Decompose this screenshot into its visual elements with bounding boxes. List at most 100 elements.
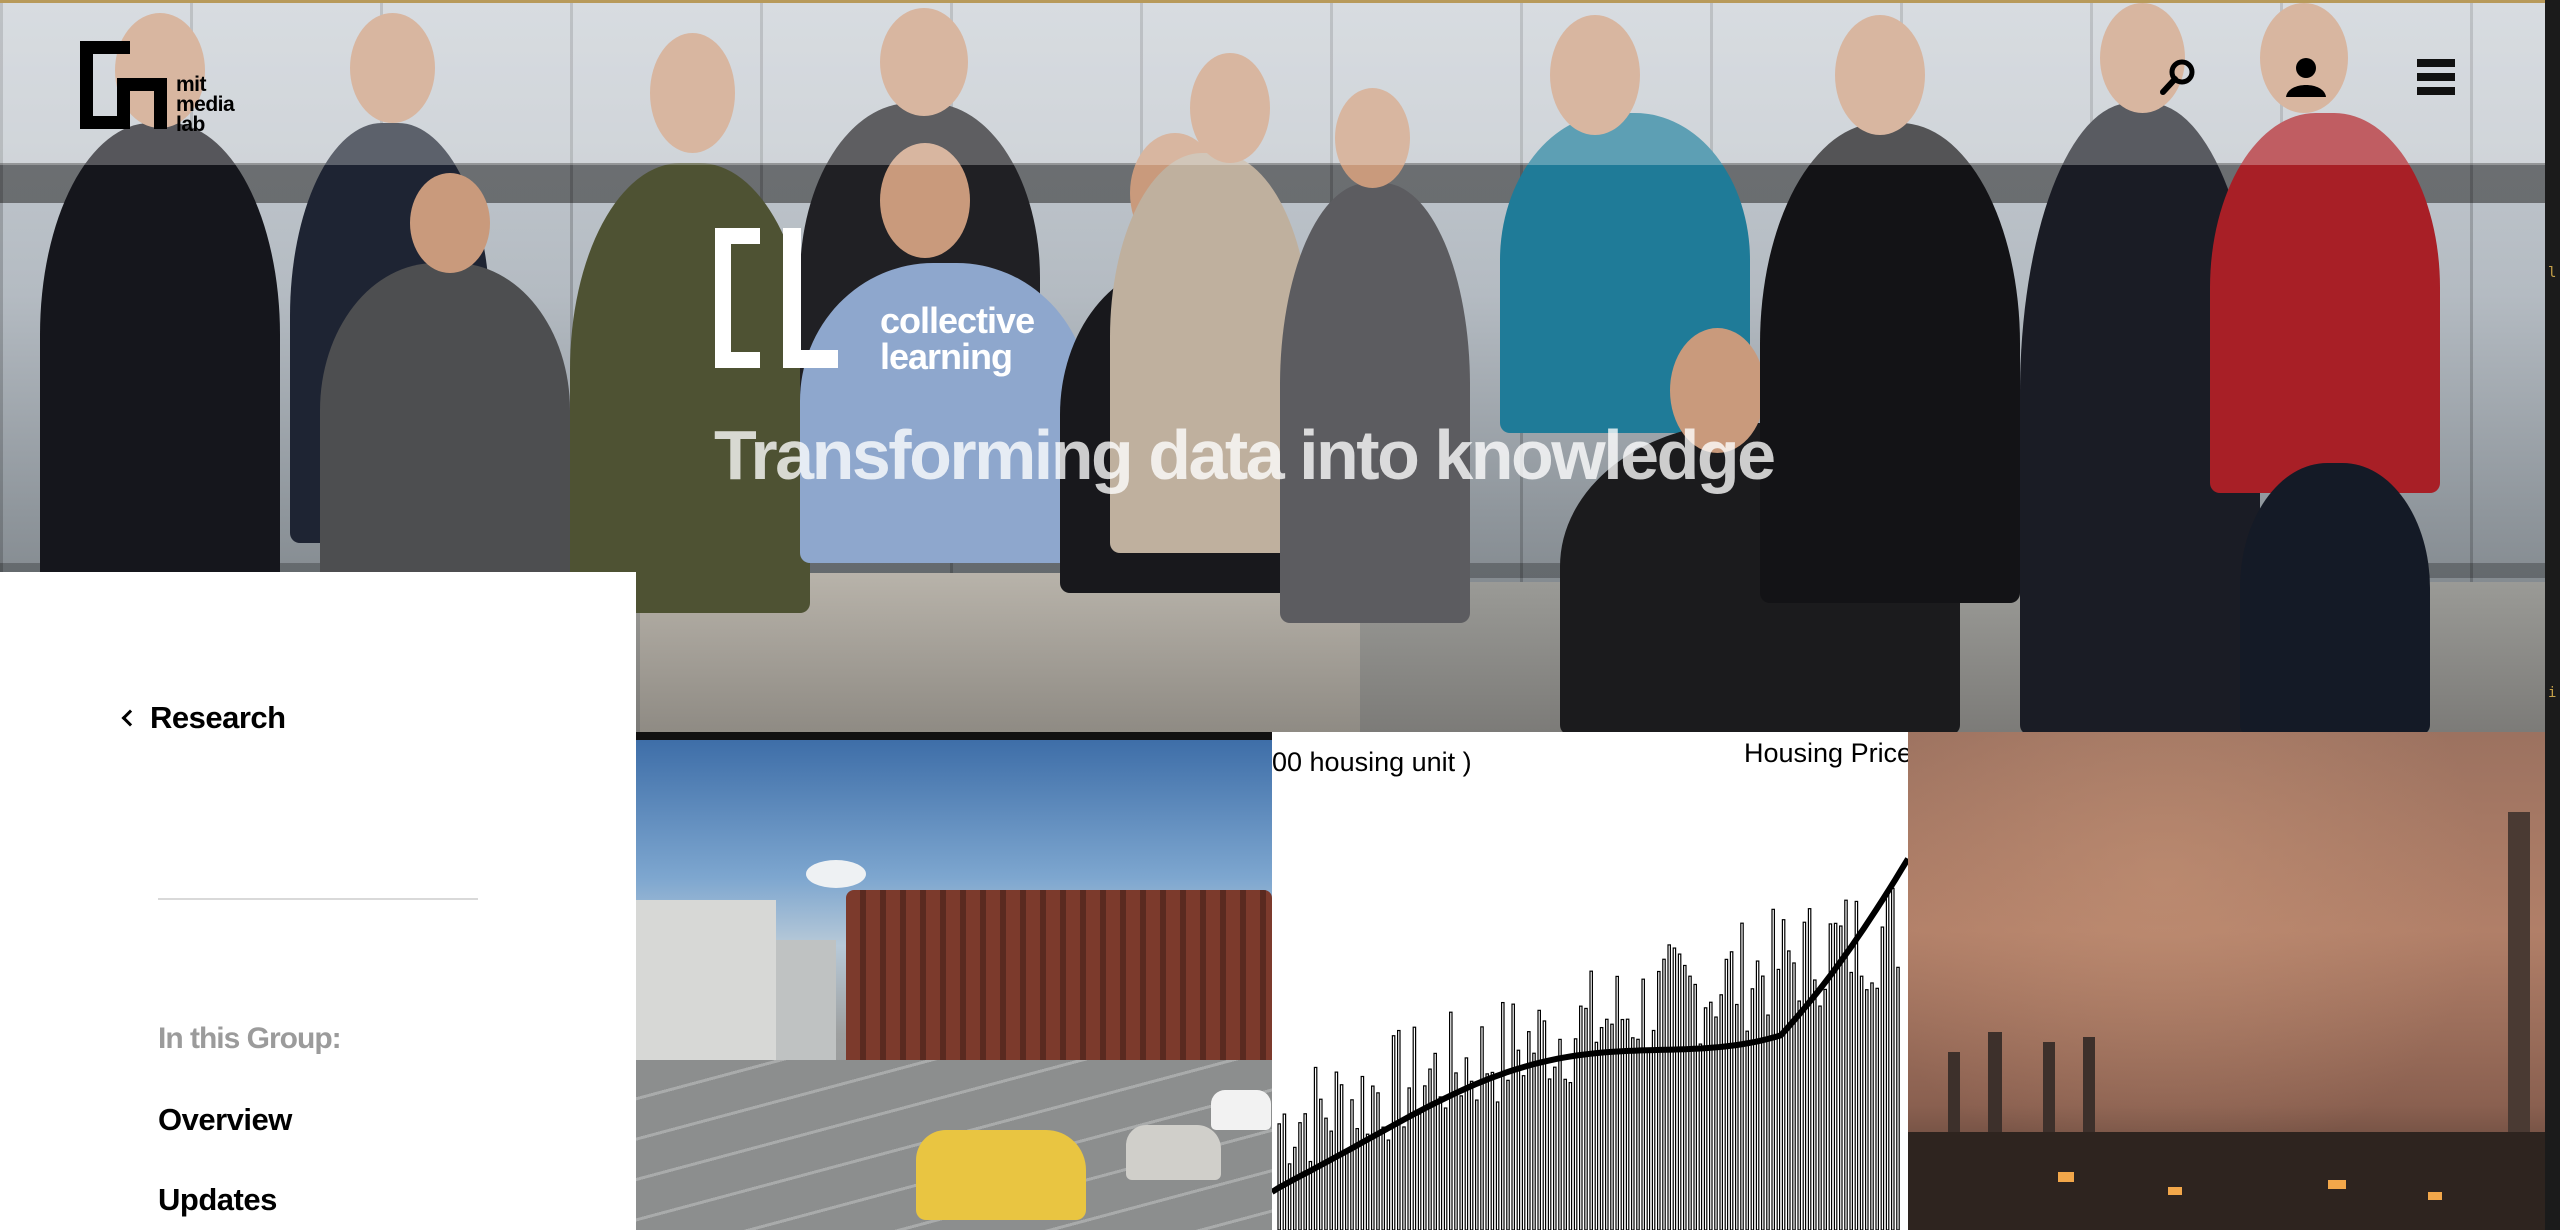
chart-image-bar [1651,1029,1656,1230]
chart-image-bar [1459,1095,1464,1230]
chart-image-bar [1589,970,1594,1230]
sidebar: Research In this Group: Overview Updates [0,572,636,1230]
user-account-button[interactable] [2280,51,2332,103]
chart-image-bar [1563,1078,1568,1230]
sidebar-link-updates[interactable]: Updates [158,1182,277,1218]
chart-image-bar [1755,960,1760,1230]
chart-image-bar [1365,1133,1370,1230]
chart-image-bar [1412,1026,1417,1230]
chart-image-bar [1875,987,1880,1230]
chart-image-bar [1381,1126,1386,1230]
chart-image-bar [1807,908,1812,1230]
hero-title: Transforming data into knowledge [714,416,1776,494]
chart-image-bar [1443,1107,1448,1230]
menu-button[interactable] [2410,51,2462,103]
chart-image-bar [1615,975,1620,1230]
chart-image-bar [1797,1000,1802,1230]
back-to-research-link[interactable]: Research [121,700,286,736]
collective-learning-logo-icon [715,228,838,368]
hero-person [320,263,570,583]
chart-image-bar [1584,1007,1588,1230]
hero-person [2210,113,2440,493]
menu-icon [2417,59,2455,95]
chart-image-bar [1802,921,1807,1230]
chart-image-bar [1786,950,1791,1230]
group-section-label: In this Group: [158,1022,342,1055]
chart-image-bar [1693,983,1698,1230]
chart-image-bar [1511,1003,1516,1230]
chart-image-bar [1428,1068,1432,1230]
chart-image-bar [1631,1037,1635,1230]
project-tile-industrial[interactable] [1908,732,2545,1230]
brand-line: collective [880,300,1035,341]
chart-image-bar [1396,1029,1401,1230]
chart-image-bar [1667,944,1672,1230]
project-tile-housing-chart[interactable]: 00 housing unit ) Housing Price [1272,732,1908,1230]
chart-image-bar [1750,988,1755,1230]
brand-line: learning [880,336,1013,377]
chart-image-bar [1729,951,1734,1230]
chart-image-bar [1360,1075,1365,1230]
tile-image [1908,732,2545,1230]
chart-image-bar [1553,1066,1557,1230]
chart-image-bar [1344,1149,1349,1230]
chart-image-bar [1438,1096,1443,1230]
chart-image-bar [1896,966,1900,1230]
back-link-label: Research [150,700,286,735]
chart-image-bar [1641,978,1646,1230]
logo-line: lab [176,113,205,136]
chart-image-bar [1495,1101,1500,1230]
chart-image-bar [1849,971,1854,1230]
chart-image-bar [1386,1139,1391,1230]
chart-image-bar [1698,1043,1703,1230]
chart-image-bar [1573,1038,1578,1230]
chart-image-bar [1485,1073,1490,1230]
chart-image-bar [1740,922,1744,1230]
chart-image-bar [1683,964,1687,1230]
chart-image-bar [1350,1099,1354,1230]
chart-image-bar [1890,887,1895,1230]
chart-image [1272,857,1908,1230]
chart-image-bar [1745,1030,1750,1230]
chart-image-bar [1282,1113,1287,1230]
chart-image-bar [1719,994,1724,1230]
sidebar-divider [158,898,478,900]
chart-image-bar [1287,1163,1292,1230]
chart-image-bar [1293,1146,1297,1230]
chart-image-bar [1469,1080,1474,1230]
chart-image-bar [1610,1023,1614,1230]
chart-image-bar [1880,926,1885,1230]
chart-image-bar [1391,1035,1396,1230]
chart-image-bar [1677,953,1682,1230]
chart-image-bar [1672,947,1677,1230]
chart-image-bar [1599,1026,1604,1230]
chart-image-bar [1870,982,1874,1230]
chart-image-bar [1688,975,1692,1230]
chart-image-bar [1792,962,1796,1230]
chart-image-bar [1334,1071,1339,1230]
chart-image-bar [1838,925,1843,1230]
chart-image-bar [1657,970,1661,1230]
sidebar-link-overview[interactable]: Overview [158,1102,292,1138]
chart-image-bar [1558,1038,1562,1230]
chart-image-bar [1542,1020,1547,1230]
chart-image-bar [1480,1026,1484,1230]
chart-image-bar [1402,1126,1406,1230]
user-icon [2286,58,2326,97]
chart-image-bar [1594,1041,1599,1230]
chart-image-bar [1636,1038,1640,1230]
chart-image-bar [1766,1014,1770,1230]
media-lab-logo-icon [80,41,168,129]
search-button[interactable] [2152,51,2204,103]
chart-image-bar [1662,958,1666,1230]
search-icon [2160,59,2195,95]
project-tile-street-view[interactable] [636,732,1272,1230]
chart-image-bar [1464,1057,1469,1230]
collective-learning-wordmark: collective learning [880,300,1035,377]
chart-image-bar [1370,1085,1375,1230]
mit-media-lab-logo[interactable]: mit media lab [80,41,235,136]
chart-image-bar [1313,1066,1318,1230]
chart-image-bar [1761,975,1765,1230]
chart-image-bar [1527,1031,1531,1230]
logo-line: mit [176,73,207,96]
